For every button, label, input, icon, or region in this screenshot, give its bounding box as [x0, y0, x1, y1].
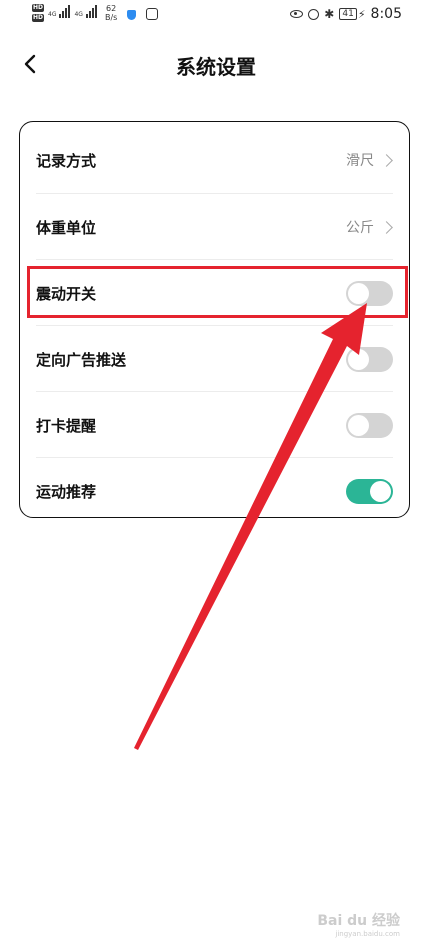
annotation-arrow	[134, 303, 367, 750]
watermark: Bai du 经验 jingyan.baidu.com	[317, 913, 400, 938]
